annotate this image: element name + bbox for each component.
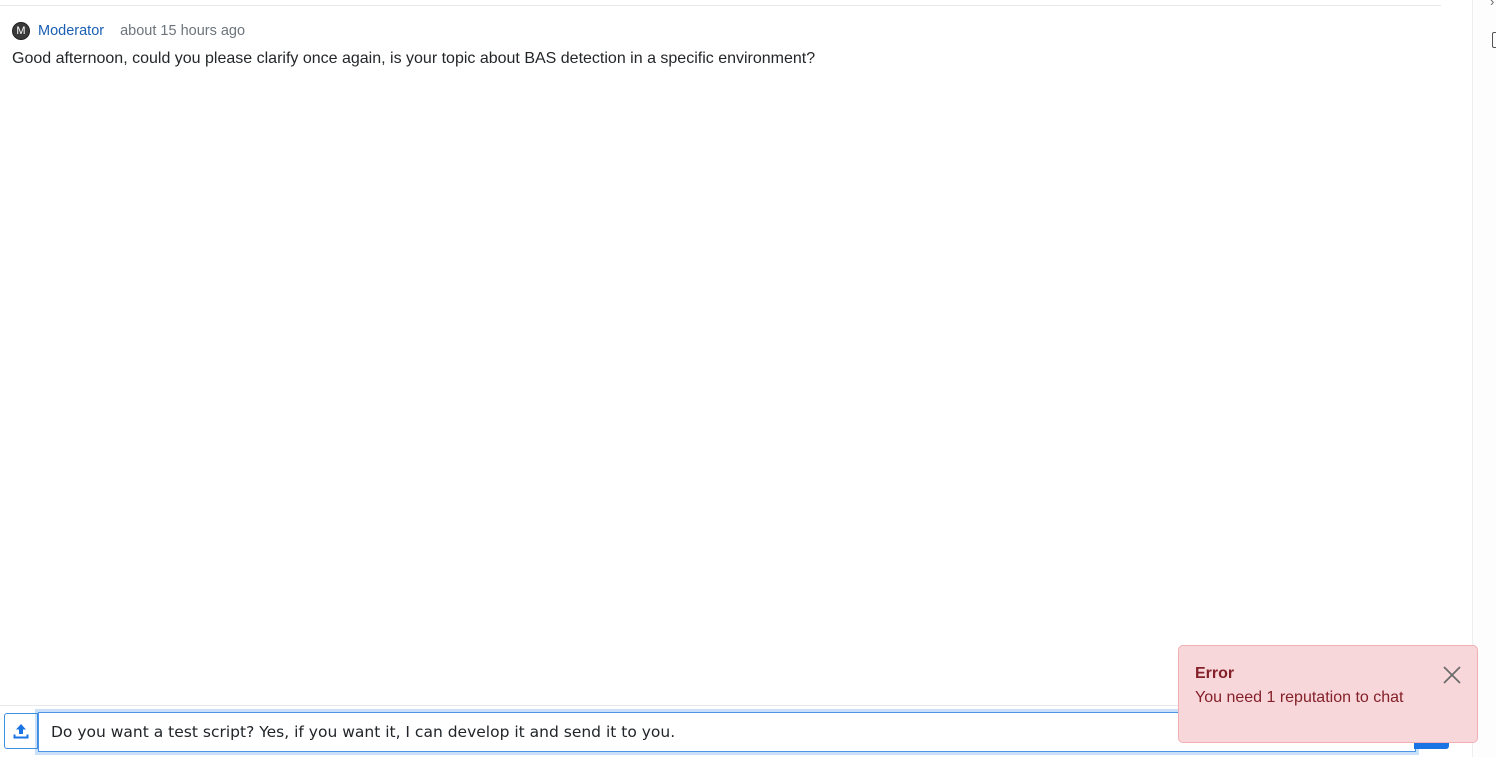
error-toast: Error You need 1 reputation to chat xyxy=(1178,645,1478,743)
close-icon[interactable] xyxy=(1441,664,1463,686)
right-rail: › xyxy=(1472,0,1496,757)
message-text: Good afternoon, could you please clarify… xyxy=(12,50,816,67)
message-header: M Moderator about 15 hours ago xyxy=(12,21,1442,41)
chat-message: M Moderator about 15 hours ago Good afte… xyxy=(12,21,1442,68)
toast-title: Error xyxy=(1195,665,1235,682)
upload-button[interactable] xyxy=(4,713,38,749)
top-divider xyxy=(0,5,1441,6)
chat-page: › M Moderator about 15 hours ago Good af… xyxy=(0,0,1496,757)
rail-icon[interactable]: › xyxy=(1490,0,1494,9)
message-author-link[interactable]: Moderator xyxy=(38,23,104,39)
rail-bracket-icon[interactable] xyxy=(1492,32,1496,48)
upload-icon xyxy=(13,724,29,739)
avatar[interactable]: M xyxy=(12,22,30,40)
message-timestamp: about 15 hours ago xyxy=(120,23,246,39)
toast-message: You need 1 reputation to chat xyxy=(1195,689,1404,706)
